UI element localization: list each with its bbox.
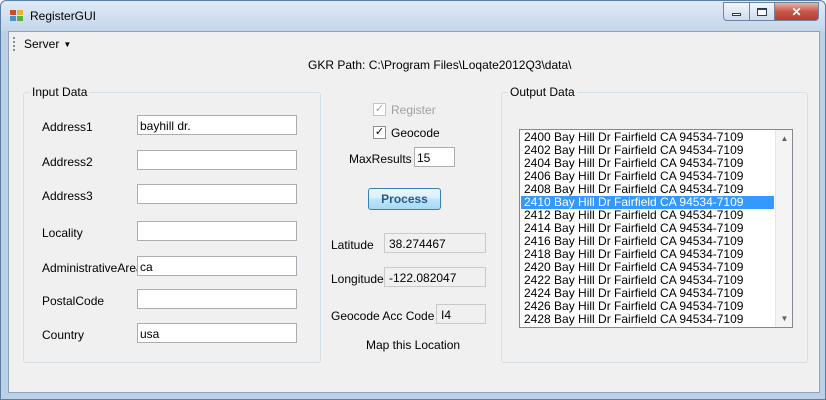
address3-label: Address3 xyxy=(42,189,93,203)
register-label: Register xyxy=(391,103,436,117)
output-data-title: Output Data xyxy=(508,85,577,99)
address3-field[interactable] xyxy=(137,184,297,204)
registergui-app-icon xyxy=(10,10,24,22)
title-bar[interactable]: RegisterGUI ✕ xyxy=(1,1,825,31)
postal-code-label: PostalCode xyxy=(42,294,105,308)
vertical-scrollbar[interactable]: ▲ ▼ xyxy=(775,130,792,327)
minimize-button[interactable] xyxy=(723,2,750,21)
address1-label: Address1 xyxy=(42,120,93,134)
caption-buttons: ✕ xyxy=(723,2,819,21)
maximize-icon xyxy=(757,7,767,16)
close-button[interactable]: ✕ xyxy=(775,2,819,21)
locality-label: Locality xyxy=(42,226,83,240)
locality-field[interactable] xyxy=(137,221,297,241)
address2-field[interactable] xyxy=(137,150,297,170)
geocode-acc-code-label: Geocode Acc Code xyxy=(331,309,435,323)
latitude-value: 38.274467 xyxy=(384,233,486,253)
input-data-group: Input Data Address1 bayhill dr. Address2… xyxy=(23,85,321,363)
geocode-acc-code-value: I4 xyxy=(436,304,486,324)
menu-bar: Server ▼ xyxy=(9,32,819,56)
output-data-group: Output Data 2400 Bay Hill Dr Fairfield C… xyxy=(501,85,808,363)
menu-server-label: Server xyxy=(24,37,60,51)
app-window: RegisterGUI ✕ Server ▼ GKR Path: C:\Progr… xyxy=(0,0,826,400)
list-item[interactable]: 2428 Bay Hill Dr Fairfield CA 94534-7109 xyxy=(521,313,774,326)
latitude-label: Latitude xyxy=(331,238,374,252)
output-list: 2400 Bay Hill Dr Fairfield CA 94534-7109… xyxy=(521,131,774,326)
geocode-label: Geocode xyxy=(391,126,440,140)
address2-label: Address2 xyxy=(42,155,93,169)
checkmark-icon: ✓ xyxy=(374,103,385,115)
scroll-up-icon[interactable]: ▲ xyxy=(776,130,792,147)
geocode-checkbox[interactable]: ✓ xyxy=(373,126,386,139)
register-checkbox[interactable]: ✓ xyxy=(373,103,386,116)
menu-server[interactable]: Server ▼ xyxy=(19,35,76,53)
scroll-down-icon[interactable]: ▼ xyxy=(776,310,792,327)
process-button[interactable]: Process xyxy=(368,188,441,210)
longitude-value: -122.082047 xyxy=(384,267,486,287)
client-area: Server ▼ GKR Path: C:\Program Files\Loqat… xyxy=(8,31,820,393)
menu-grip-icon[interactable] xyxy=(13,37,15,51)
gkr-path-label: GKR Path: C:\Program Files\Loqate2012Q3\… xyxy=(308,58,572,72)
country-label: Country xyxy=(42,328,85,342)
window-title: RegisterGUI xyxy=(30,9,97,23)
administrative-area-field[interactable]: ca xyxy=(137,256,297,276)
administrative-area-label: AdministrativeArea xyxy=(42,261,143,275)
chevron-down-icon: ▼ xyxy=(63,40,72,49)
max-results-label: MaxResults xyxy=(349,152,412,166)
max-results-field[interactable]: 15 xyxy=(414,147,455,167)
longitude-label: Longitude xyxy=(331,272,384,286)
input-data-title: Input Data xyxy=(30,85,90,99)
close-icon: ✕ xyxy=(791,4,802,19)
country-field[interactable]: usa xyxy=(137,323,297,343)
maximize-button[interactable] xyxy=(750,2,775,21)
postal-code-field[interactable] xyxy=(137,289,297,309)
output-listbox[interactable]: 2400 Bay Hill Dr Fairfield CA 94534-7109… xyxy=(519,129,793,328)
address1-field[interactable]: bayhill dr. xyxy=(137,115,297,135)
map-this-location-link[interactable]: Map this Location xyxy=(366,338,460,352)
minimize-icon xyxy=(732,13,741,16)
checkmark-icon: ✓ xyxy=(374,126,385,138)
